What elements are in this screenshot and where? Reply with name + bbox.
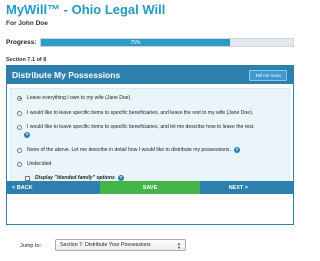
panel-title: Distribute My Possessions [12, 70, 121, 80]
tell-me-more-button[interactable]: Tell me more [249, 69, 287, 81]
next-button[interactable]: NEXT > [200, 181, 294, 194]
option-label: I would like to leave specific items to … [27, 124, 255, 130]
progress-label: Progress: [6, 39, 37, 46]
save-button[interactable]: SAVE [100, 181, 200, 194]
user-subtitle: For John Doe [6, 20, 48, 27]
jump-to-label: Jump to: [20, 243, 42, 249]
option-specific-rest-to-wife[interactable]: I would like to leave specific items to … [17, 110, 253, 117]
blended-family-checkbox[interactable] [25, 175, 30, 181]
option-leave-everything[interactable]: Leave everything I own to my wife (Jane … [17, 95, 132, 102]
select-arrows-icon: ▲ ▼ [177, 241, 181, 250]
jump-to-select[interactable]: Section 7: Distribute Your Possessions ▲… [55, 239, 186, 251]
radio-button[interactable] [17, 110, 22, 116]
progress-bar: 75% [40, 38, 294, 47]
option-specific-describe-rest[interactable]: I would like to leave specific items to … [17, 124, 255, 131]
option-label: I would like to leave specific items to … [27, 110, 254, 116]
option-label: Undecided [27, 161, 52, 167]
option-undecided[interactable]: Undecided [17, 161, 51, 168]
radio-button[interactable] [17, 147, 22, 153]
navigation-bar: < BACK SAVE NEXT > [6, 181, 294, 194]
progress-percent: 75% [130, 39, 141, 46]
option-none-of-above[interactable]: None of the above. Let me describe in de… [17, 147, 240, 154]
progress-fill: 75% [41, 39, 230, 46]
radio-button[interactable] [17, 124, 22, 130]
option-label: Leave everything I own to my wife (Jane … [27, 95, 132, 101]
jump-to-selected-value: Section 7: Distribute Your Possessions [60, 242, 151, 248]
app-title: MyWill™ - Ohio Legal Will [6, 2, 166, 17]
section-label: Section 7.1 of 8 [6, 57, 47, 63]
back-button[interactable]: < BACK [6, 181, 100, 194]
options-list: Leave everything I own to my wife (Jane … [10, 88, 290, 188]
option-label: None of the above. Let me describe in de… [27, 147, 231, 153]
distribution-panel: Distribute My Possessions Tell me more L… [6, 65, 294, 225]
radio-button[interactable] [17, 161, 22, 167]
panel-header: Distribute My Possessions Tell me more [7, 66, 293, 84]
help-icon[interactable]: ? [24, 132, 30, 138]
help-icon[interactable]: ? [233, 147, 240, 153]
radio-button[interactable] [17, 95, 22, 101]
